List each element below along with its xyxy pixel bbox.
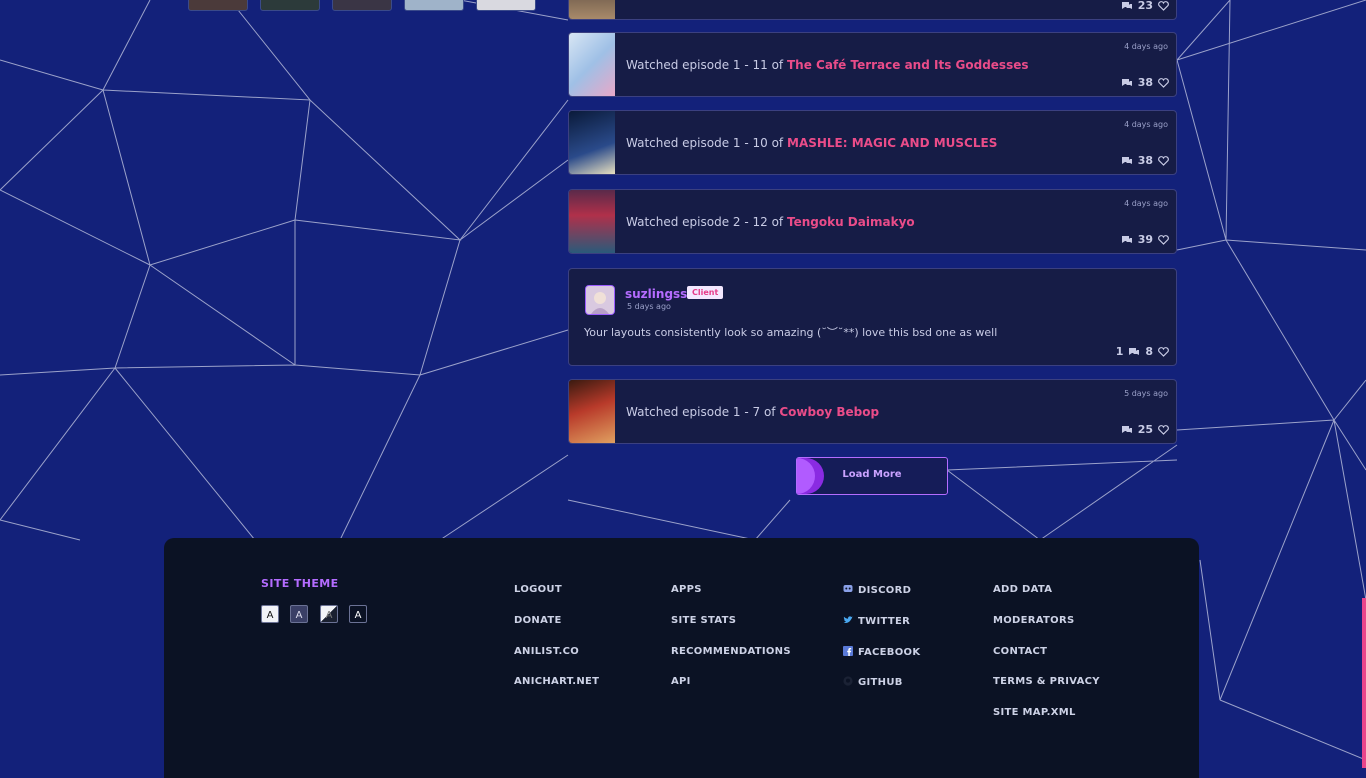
chat-icon[interactable] — [1121, 425, 1133, 435]
like-count: 38 — [1137, 76, 1153, 89]
activity-actions: 38 — [1121, 76, 1169, 89]
thumbnail[interactable] — [404, 0, 464, 11]
activity-time: 4 days ago — [1124, 199, 1168, 208]
media-title-link[interactable]: Tengoku Daimakyo — [787, 215, 915, 229]
cover-image[interactable] — [569, 190, 615, 253]
avatar[interactable] — [585, 285, 615, 315]
apps-link[interactable]: APPS — [671, 584, 702, 595]
cover-image[interactable] — [569, 0, 615, 19]
activity-prefix: Watched episode 1 - 7 of — [626, 404, 776, 419]
twitter-link[interactable]: TWITTER — [843, 615, 910, 627]
like-count: 23 — [1137, 0, 1153, 12]
activity-actions: 38 — [1121, 154, 1169, 167]
chat-icon[interactable] — [1128, 347, 1140, 357]
heart-icon[interactable] — [1158, 346, 1169, 357]
cover-image[interactable] — [569, 380, 615, 443]
activity-prefix: Watched episode 1 - 11 of — [626, 57, 784, 72]
theme-dark-button[interactable]: A — [290, 605, 308, 623]
activity-card: Watched episode 1 - 10 of MASHLE: MAGIC … — [568, 110, 1177, 175]
activity-prefix: Watched episode 2 - 12 of — [626, 214, 784, 229]
site-theme-heading: SITE THEME — [261, 577, 339, 590]
theme-light-button[interactable]: A — [261, 605, 279, 623]
chat-icon[interactable] — [1121, 235, 1133, 245]
activity-text: Watched episode 1 - 7 of Cowboy Bebop — [626, 405, 879, 419]
recommendations-link[interactable]: RECOMMENDATIONS — [671, 646, 791, 657]
heart-icon[interactable] — [1158, 424, 1169, 435]
activity-time: 5 days ago — [1124, 389, 1168, 398]
activity-actions: 25 — [1121, 423, 1169, 436]
activity-time: 4 days ago — [1124, 42, 1168, 51]
sitemap-link[interactable]: SITE MAP.XML — [993, 707, 1076, 718]
github-icon — [843, 676, 853, 686]
cover-image[interactable] — [569, 111, 615, 174]
theme-system-button[interactable]: A — [320, 605, 338, 623]
terms-privacy-link[interactable]: TERMS & PRIVACY — [993, 676, 1100, 687]
thumbnail[interactable] — [332, 0, 392, 11]
contact-link[interactable]: CONTACT — [993, 646, 1047, 657]
moderators-link[interactable]: MODERATORS — [993, 615, 1074, 626]
site-stats-link[interactable]: SITE STATS — [671, 615, 736, 626]
load-more-label: Load More — [842, 469, 902, 480]
client-badge: Client — [687, 286, 724, 299]
discord-link[interactable]: DISCORD — [843, 584, 911, 596]
twitter-icon — [843, 616, 853, 623]
activity-text: Watched episode 1 - 10 of MASHLE: MAGIC … — [626, 136, 997, 150]
activity-card: Watched episode 1 - 7 of Cowboy Bebop 5 … — [568, 379, 1177, 444]
username-link[interactable]: suzlingss — [625, 287, 687, 301]
thumbnail[interactable] — [476, 0, 536, 11]
theme-contrast-button[interactable]: A — [349, 605, 367, 623]
reply-count: 1 — [1115, 345, 1124, 358]
activity-card: Watched episode 1 - 11 of The Café Terra… — [568, 32, 1177, 97]
cover-image[interactable] — [569, 33, 615, 96]
logout-link[interactable]: LOGOUT — [514, 584, 562, 595]
activity-message: Your layouts consistently look so amazin… — [584, 326, 998, 339]
activity-prefix: Watched episode 1 - 10 of — [626, 135, 784, 150]
activity-actions: 1 8 — [1116, 345, 1169, 358]
media-title-link[interactable]: Cowboy Bebop — [779, 405, 879, 419]
github-label: GITHUB — [858, 677, 903, 688]
chat-icon[interactable] — [1121, 1, 1133, 11]
like-count: 39 — [1137, 233, 1153, 246]
api-link[interactable]: API — [671, 676, 691, 687]
text-activity-card: suzlingss Client 5 days ago Your layouts… — [568, 268, 1177, 366]
anilist-co-link[interactable]: ANILIST.CO — [514, 646, 579, 657]
donate-link[interactable]: DONATE — [514, 615, 562, 626]
like-count: 8 — [1145, 345, 1153, 358]
facebook-link[interactable]: FACEBOOK — [843, 646, 920, 658]
add-data-link[interactable]: ADD DATA — [993, 584, 1052, 595]
twitter-label: TWITTER — [858, 616, 911, 627]
chat-icon[interactable] — [1121, 78, 1133, 88]
activity-actions: 39 — [1121, 233, 1169, 246]
heart-icon[interactable] — [1158, 77, 1169, 88]
facebook-label: FACEBOOK — [858, 647, 921, 658]
heart-icon[interactable] — [1158, 234, 1169, 245]
anichart-link[interactable]: ANICHART.NET — [514, 676, 599, 687]
heart-icon[interactable] — [1158, 155, 1169, 166]
activity-actions: 23 — [1121, 0, 1169, 12]
facebook-icon — [843, 646, 853, 656]
activity-text: Watched episode 2 - 12 of Tengoku Daimak… — [626, 215, 915, 229]
page-scrollbar[interactable] — [1362, 598, 1366, 768]
discord-label: DISCORD — [858, 585, 912, 596]
like-count: 25 — [1137, 423, 1153, 436]
media-title-link[interactable]: MASHLE: MAGIC AND MUSCLES — [787, 136, 997, 150]
chat-icon[interactable] — [1121, 156, 1133, 166]
github-link[interactable]: GITHUB — [843, 676, 903, 688]
avatar-image — [586, 286, 614, 314]
site-footer: SITE THEME A A A A LOGOUT DONATE ANILIST… — [164, 538, 1199, 778]
activity-card-partial: 23 — [568, 0, 1177, 20]
thumbnail[interactable] — [188, 0, 248, 11]
activity-time: 4 days ago — [1124, 120, 1168, 129]
discord-icon — [843, 585, 853, 592]
heart-icon[interactable] — [1158, 0, 1169, 11]
thumbnail[interactable] — [260, 0, 320, 11]
activity-time: 5 days ago — [627, 302, 671, 311]
media-title-link[interactable]: The Café Terrace and Its Goddesses — [787, 58, 1029, 72]
activity-card: Watched episode 2 - 12 of Tengoku Daimak… — [568, 189, 1177, 254]
load-more-button[interactable]: Load More — [796, 457, 948, 495]
activity-text: Watched episode 1 - 11 of The Café Terra… — [626, 58, 1029, 72]
like-count: 38 — [1137, 154, 1153, 167]
